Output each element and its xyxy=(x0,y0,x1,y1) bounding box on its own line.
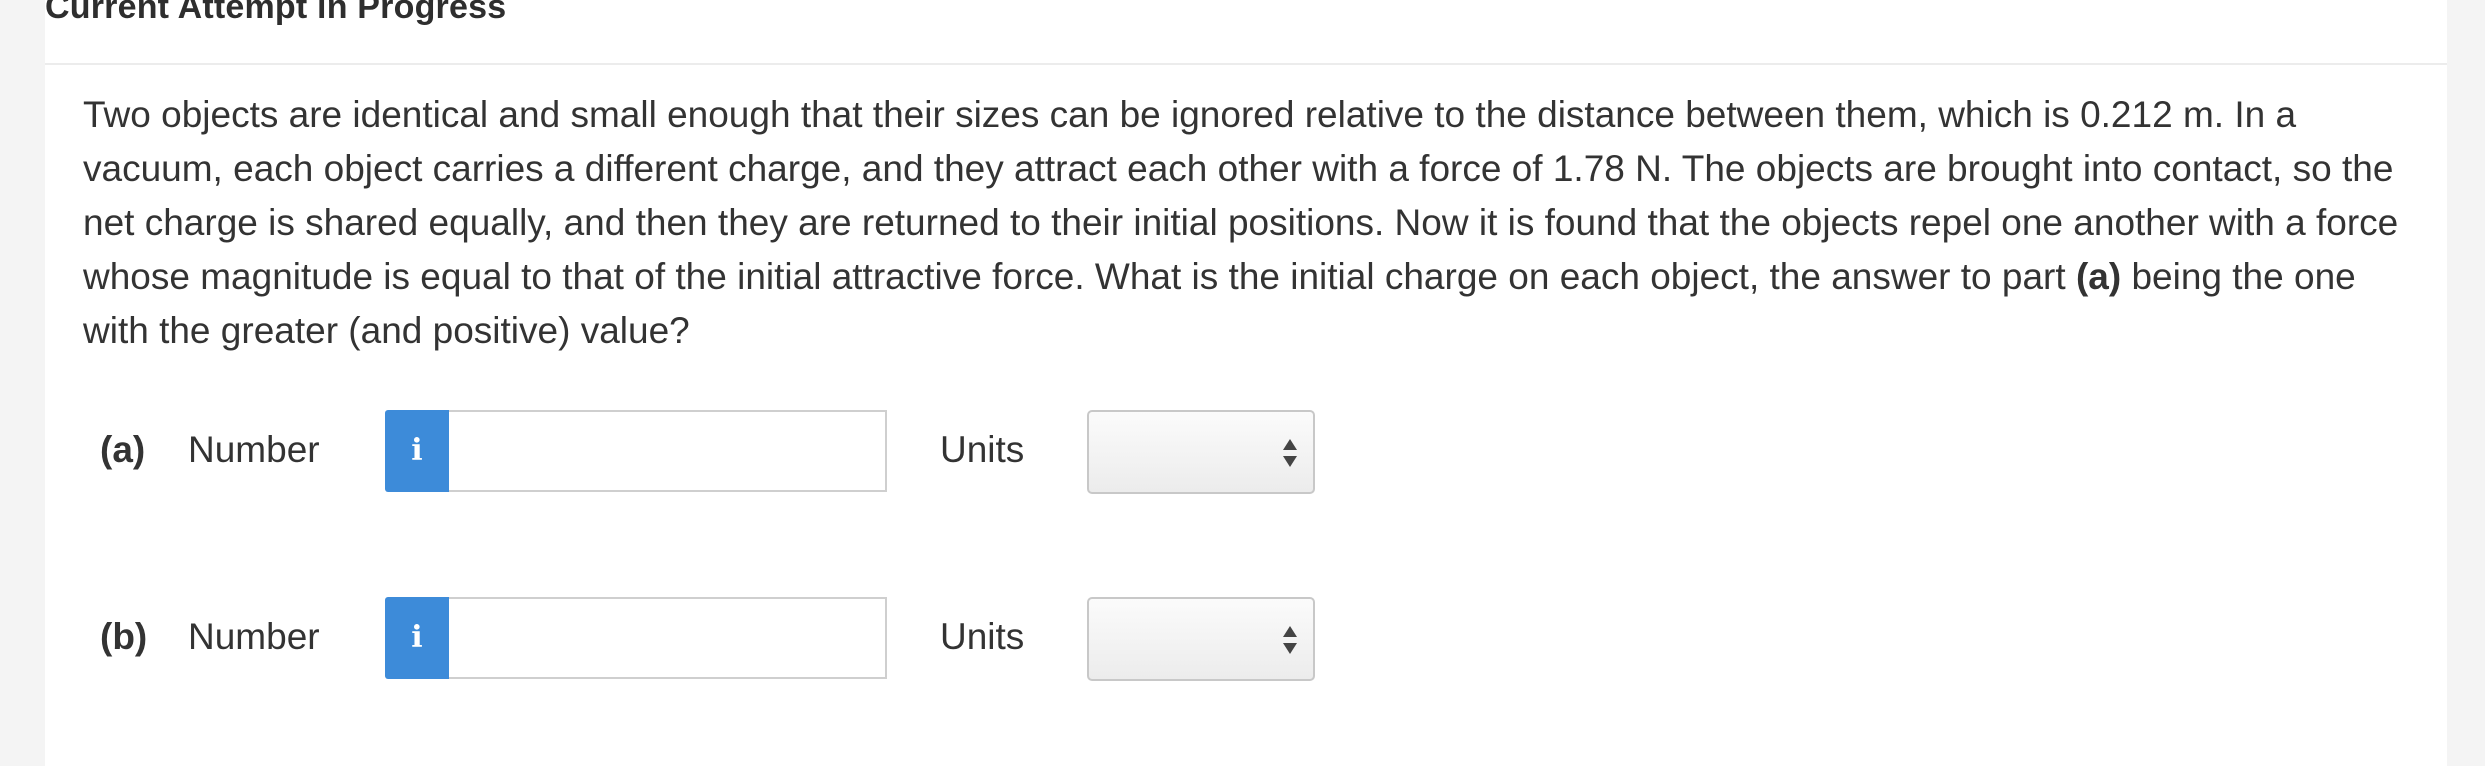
answer-row-a: (a) Number i Units xyxy=(100,409,1400,494)
question-part-reference: (a) xyxy=(2075,256,2122,297)
units-select-a[interactable] xyxy=(1087,410,1315,494)
units-label: Units xyxy=(940,616,1025,657)
info-button[interactable]: i xyxy=(385,597,449,679)
attempt-status-heading: Current Attempt in Progress xyxy=(45,0,507,26)
units-select-b[interactable] xyxy=(1087,597,1315,681)
number-label: Number xyxy=(188,429,320,470)
units-label: Units xyxy=(940,429,1025,470)
select-arrows-icon xyxy=(1283,626,1297,654)
answer-row-b: (b) Number i Units xyxy=(100,596,1400,681)
number-input-a[interactable] xyxy=(449,410,887,492)
question-text-part1: Two objects are identical and small enou… xyxy=(83,94,2399,297)
part-label: (b) xyxy=(100,616,148,657)
question-text: Two objects are identical and small enou… xyxy=(83,88,2423,358)
divider xyxy=(45,63,2447,65)
page: Current Attempt in Progress Two objects … xyxy=(0,0,2485,766)
select-arrows-icon xyxy=(1283,439,1297,467)
info-icon: i xyxy=(411,433,423,468)
info-button[interactable]: i xyxy=(385,410,449,492)
info-icon: i xyxy=(411,620,423,655)
number-input-b[interactable] xyxy=(449,597,887,679)
number-label: Number xyxy=(188,616,320,657)
part-label: (a) xyxy=(100,429,146,470)
